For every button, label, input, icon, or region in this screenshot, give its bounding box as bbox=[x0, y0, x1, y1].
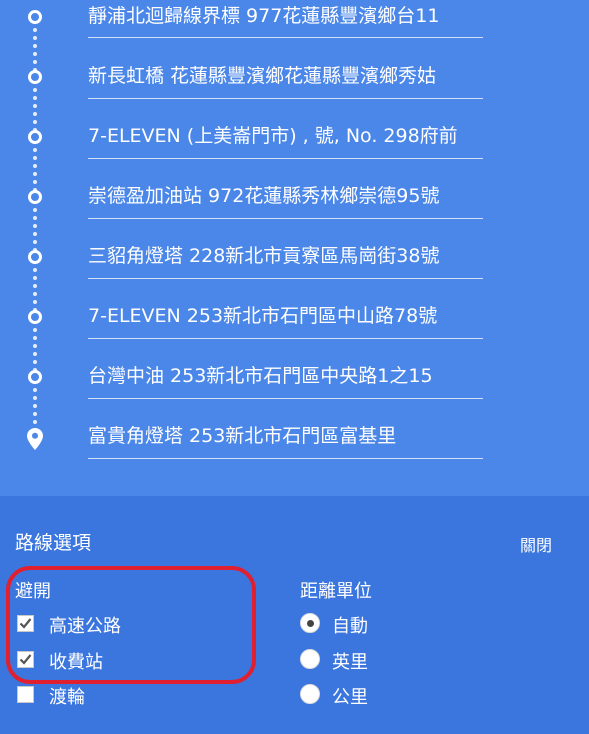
waypoint-underline bbox=[88, 278, 483, 279]
waypoint-row[interactable]: 7-ELEVEN (上美崙門市) , 號, No. 298府前 bbox=[0, 120, 589, 160]
waypoint-circle-icon bbox=[28, 370, 42, 384]
connector-dot bbox=[33, 284, 37, 288]
connector-dot bbox=[33, 112, 37, 116]
waypoint-row[interactable]: 靜浦北迴歸線界標 977花蓮縣豐濱鄉台11 bbox=[0, 0, 589, 40]
unit-km-radio[interactable] bbox=[300, 684, 320, 704]
connector-dot bbox=[33, 344, 37, 348]
waypoint-label[interactable]: 7-ELEVEN 253新北市石門區中山路78號 bbox=[88, 303, 589, 329]
waypoint-circle-icon bbox=[28, 10, 42, 24]
connector-dot bbox=[33, 412, 37, 416]
waypoint-row[interactable]: 新長虹橋 花蓮縣豐濱鄉花蓮縣豐濱鄉秀姑 bbox=[0, 60, 589, 100]
waypoint-row[interactable]: 富貴角燈塔 253新北市石門區富基里 bbox=[0, 420, 589, 460]
waypoint-label[interactable]: 7-ELEVEN (上美崙門市) , 號, No. 298府前 bbox=[88, 123, 589, 149]
waypoint-row[interactable]: 三貂角燈塔 228新北市貢寮區馬崗街38號 bbox=[0, 240, 589, 280]
connector-dot bbox=[33, 292, 37, 296]
waypoint-label[interactable]: 富貴角燈塔 253新北市石門區富基里 bbox=[88, 423, 589, 449]
waypoint-row[interactable]: 7-ELEVEN 253新北市石門區中山路78號 bbox=[0, 300, 589, 340]
radio-selected-dot bbox=[307, 620, 314, 627]
waypoint-circle-icon bbox=[28, 70, 42, 84]
unit-miles-radio[interactable] bbox=[300, 649, 320, 669]
avoid-ferries-checkbox[interactable] bbox=[17, 686, 34, 703]
waypoint-circle-icon bbox=[28, 130, 42, 144]
waypoint-label[interactable]: 台灣中油 253新北市石門區中央路1之15 bbox=[88, 363, 589, 389]
connector-dot bbox=[33, 352, 37, 356]
waypoint-circle-icon bbox=[28, 310, 42, 324]
waypoint-circle-icon bbox=[28, 190, 42, 204]
connector-dot bbox=[33, 164, 37, 168]
waypoint-underline bbox=[88, 218, 483, 219]
waypoint-label[interactable]: 靜浦北迴歸線界標 977花蓮縣豐濱鄉台11 bbox=[88, 3, 589, 29]
connector-dot bbox=[33, 44, 37, 48]
unit-auto-label: 自動 bbox=[332, 616, 368, 637]
connector-dot bbox=[33, 52, 37, 56]
unit-auto-radio[interactable] bbox=[300, 613, 320, 633]
close-button[interactable]: 關閉 bbox=[520, 532, 552, 556]
connector-dot bbox=[33, 232, 37, 236]
waypoint-underline bbox=[88, 158, 483, 159]
unit-km-label: 公里 bbox=[332, 687, 368, 708]
connector-dot bbox=[33, 172, 37, 176]
waypoint-label[interactable]: 新長虹橋 花蓮縣豐濱鄉花蓮縣豐濱鄉秀姑 bbox=[88, 63, 589, 89]
waypoint-label[interactable]: 崇德盈加油站 972花蓮縣秀林鄉崇德95號 bbox=[88, 183, 589, 209]
connector-dot bbox=[33, 404, 37, 408]
waypoint-label[interactable]: 三貂角燈塔 228新北市貢寮區馬崗街38號 bbox=[88, 243, 589, 269]
waypoint-row[interactable]: 崇德盈加油站 972花蓮縣秀林鄉崇德95號 bbox=[0, 180, 589, 220]
waypoint-underline bbox=[88, 98, 483, 99]
route-options-title: 路線選項 bbox=[15, 532, 92, 554]
connector-dot bbox=[33, 224, 37, 228]
waypoint-underline bbox=[88, 458, 483, 459]
avoid-ferries-label: 渡輪 bbox=[49, 687, 85, 708]
waypoint-circle-icon bbox=[28, 250, 42, 264]
distance-units-heading: 距離單位 bbox=[300, 581, 372, 602]
waypoint-list: 靜浦北迴歸線界標 977花蓮縣豐濱鄉台11 新長虹橋 花蓮縣豐濱鄉花蓮縣豐濱鄉秀… bbox=[0, 0, 589, 496]
highlight-annotation bbox=[6, 566, 256, 684]
waypoint-underline bbox=[88, 338, 483, 339]
unit-miles-label: 英里 bbox=[332, 652, 368, 673]
waypoint-row[interactable]: 台灣中油 253新北市石門區中央路1之15 bbox=[0, 360, 589, 400]
destination-pin-icon bbox=[27, 428, 43, 450]
connector-dot bbox=[33, 104, 37, 108]
waypoint-underline bbox=[88, 398, 483, 399]
waypoint-underline bbox=[88, 37, 483, 38]
